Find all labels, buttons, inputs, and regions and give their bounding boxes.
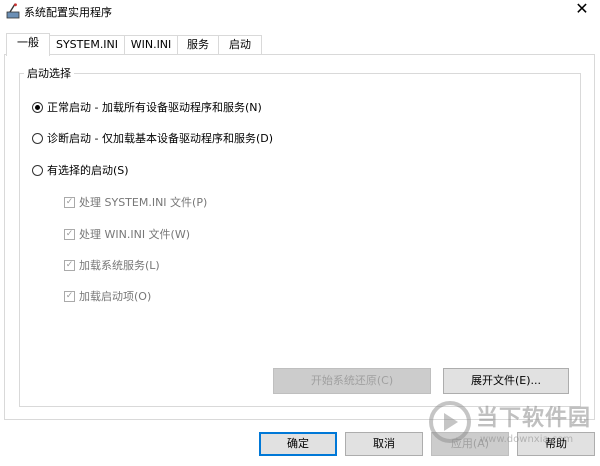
tab-strip: 一般 SYSTEM.INI WIN.INI 服务 启动 (0, 33, 600, 56)
ok-button[interactable]: 确定 (259, 432, 337, 456)
tab-general[interactable]: 一般 (6, 33, 50, 56)
radio-button[interactable] (32, 164, 43, 176)
close-button[interactable]: ✕ (574, 1, 590, 17)
radio-diagnostic-startup[interactable]: 诊断启动 - 仅加载基本设备驱动程序和服务(D) (32, 130, 273, 146)
cancel-button[interactable]: 取消 (345, 432, 423, 456)
radio-label: 诊断启动 - 仅加载基本设备驱动程序和服务(D) (47, 132, 274, 145)
system-config-icon (6, 3, 20, 19)
title-bar: 系统配置实用程序 ✕ (0, 0, 600, 24)
apply-button[interactable]: 应用(A) (431, 432, 509, 456)
checkmark-icon: ✓ (64, 290, 75, 302)
window-title: 系统配置实用程序 (24, 6, 112, 19)
tab-startup[interactable]: 启动 (218, 35, 262, 55)
checkmark-icon: ✓ (64, 196, 75, 208)
tab-system-ini[interactable]: SYSTEM.INI (49, 35, 125, 55)
radio-button[interactable] (32, 101, 43, 113)
radio-label: 正常启动 - 加载所有设备驱动程序和服务(N) (47, 101, 262, 114)
system-restore-button[interactable]: 开始系统还原(C) (273, 368, 431, 394)
radio-normal-startup[interactable]: 正常启动 - 加载所有设备驱动程序和服务(N) (32, 99, 262, 115)
checkbox-load-system-services[interactable]: ✓ 加载系统服务(L) (64, 257, 160, 273)
tab-win-ini[interactable]: WIN.INI (124, 35, 178, 55)
checkbox-process-system-ini[interactable]: ✓ 处理 SYSTEM.INI 文件(P) (64, 194, 207, 210)
radio-button[interactable] (32, 132, 43, 144)
checkbox-load-startup-items[interactable]: ✓ 加载启动项(O) (64, 288, 151, 304)
checkbox-label: 处理 WIN.INI 文件(W) (79, 228, 191, 241)
checkmark-icon: ✓ (64, 228, 75, 240)
tab-services[interactable]: 服务 (177, 35, 219, 55)
checkbox-process-win-ini[interactable]: ✓ 处理 WIN.INI 文件(W) (64, 226, 190, 242)
help-button[interactable]: 帮助 (517, 432, 595, 456)
radio-selected-dot (35, 104, 40, 110)
radio-selective-startup[interactable]: 有选择的启动(S) (32, 162, 129, 178)
checkmark-icon: ✓ (64, 259, 75, 271)
checkbox-label: 加载系统服务(L) (79, 259, 160, 272)
checkbox-label: 处理 SYSTEM.INI 文件(P) (79, 196, 208, 209)
startup-selection-label: 启动选择 (24, 65, 74, 81)
radio-label: 有选择的启动(S) (47, 164, 129, 177)
expand-file-button[interactable]: 展开文件(E)... (443, 368, 569, 394)
checkbox-label: 加载启动项(O) (79, 290, 152, 303)
